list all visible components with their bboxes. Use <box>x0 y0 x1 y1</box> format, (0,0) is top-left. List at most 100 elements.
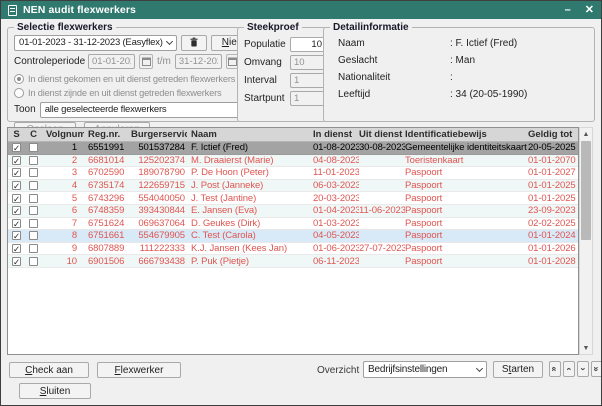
steekproef-group: Steekproef Populatie Omvang Interval Sta… <box>237 22 333 122</box>
radio-in-dienst-zijnde-label: In dienst zijnde en uit dienst getreden … <box>28 88 221 98</box>
check-aan-button[interactable]: Check aan <box>9 362 89 378</box>
cell-geldig-tot: 01-01-2025 <box>528 180 578 191</box>
c-checkbox[interactable] <box>29 231 38 240</box>
cell-identificatiebewijs: Paspoort <box>405 256 528 267</box>
table-row[interactable]: ✓ 8 6751661 554679905 C. Test (Carola) 0… <box>8 230 578 243</box>
cell-volgnummer: 10 <box>42 256 84 267</box>
cell-regnr: 6751661 <box>84 230 131 241</box>
s-checkbox[interactable]: ✓ <box>12 156 21 165</box>
date-from-input[interactable] <box>88 54 135 69</box>
starten-button[interactable]: Starten <box>493 361 543 378</box>
radio-in-uit-dienst[interactable] <box>14 74 24 84</box>
cell-identificatiebewijs: Paspoort <box>405 167 528 178</box>
delete-period-button[interactable] <box>181 35 207 51</box>
col-header-geldig-tot[interactable]: Geldig tot <box>528 129 578 140</box>
table-scrollbar[interactable]: ▲ ▼ <box>579 127 593 355</box>
steekproef-field-input[interactable] <box>290 37 326 52</box>
table-row[interactable]: ✓ 4 6735174 122659715 J. Post (Janneke) … <box>8 180 578 193</box>
steekproef-field-input[interactable] <box>290 91 326 106</box>
chevron-up-icon: ‹ <box>564 368 574 371</box>
cell-volgnummer: 7 <box>42 218 84 229</box>
col-header-volgnummer[interactable]: Volgnumm... <box>42 129 84 140</box>
table-row[interactable]: ✓ 6 6748359 393430844 E. Jansen (Eva) 01… <box>8 205 578 218</box>
close-icon[interactable]: ✕ <box>585 5 594 16</box>
col-header-in-dienst[interactable]: In dienst <box>313 129 359 140</box>
cell-naam: C. Test (Carola) <box>187 230 313 241</box>
cell-volgnummer: 6 <box>42 205 84 216</box>
c-checkbox[interactable] <box>29 206 38 215</box>
table-row[interactable]: ✓ 9 6807889 111222333 K.J. Jansen (Kees … <box>8 243 578 256</box>
table-row[interactable]: ✓ 7 6751624 069637064 D. Geukes (Dirk) 0… <box>8 218 578 231</box>
app-icon <box>8 5 17 16</box>
cell-in-dienst: 11-01-2023 <box>313 167 359 178</box>
cell-burgerservicenr: 111222333 <box>131 243 187 254</box>
steekproef-field-input[interactable] <box>290 73 326 88</box>
s-checkbox[interactable]: ✓ <box>12 244 21 253</box>
col-header-burgerservicenr[interactable]: Burgerservicenr <box>131 129 187 140</box>
c-checkbox[interactable] <box>29 219 38 228</box>
scrollbar-thumb[interactable] <box>581 141 591 240</box>
calendar-from-button[interactable] <box>139 54 153 69</box>
detail-value: : 34 (20-05-1990) <box>450 89 527 100</box>
cell-regnr: 6743296 <box>84 193 131 204</box>
toon-select[interactable]: alle geselecteerde flexwerkers <box>40 102 261 118</box>
first-record-button[interactable]: « <box>549 361 561 377</box>
cell-in-dienst: 04-05-2023 <box>313 230 359 241</box>
minimize-icon[interactable]: – <box>565 5 571 16</box>
steekproef-field-row: Interval <box>244 73 326 88</box>
steekproef-field-input[interactable] <box>290 55 326 70</box>
c-checkbox[interactable] <box>29 181 38 190</box>
col-header-s[interactable]: S <box>8 129 25 140</box>
next-record-button[interactable]: › <box>577 361 589 377</box>
period-select-value: 01-01-2023 - 31-12-2023 (Easyflex) <box>19 37 163 48</box>
detailinformatie-legend: Detailinformatie <box>330 22 412 33</box>
s-checkbox[interactable]: ✓ <box>12 231 21 240</box>
s-checkbox[interactable]: ✓ <box>12 168 21 177</box>
flexwerker-button[interactable]: Flexwerker <box>97 362 181 378</box>
scroll-down-icon[interactable]: ▼ <box>580 342 592 354</box>
cell-geldig-tot: 01-01-2026 <box>528 243 578 254</box>
s-checkbox[interactable]: ✓ <box>12 257 21 266</box>
table-row[interactable]: ✓ 1 6551991 501537284 F. Ictief (Fred) 0… <box>8 142 578 155</box>
cell-geldig-tot: 01-01-2025 <box>528 193 578 204</box>
date-to-input[interactable] <box>175 54 222 69</box>
cell-naam: M. Draaierst (Marie) <box>187 155 313 166</box>
c-checkbox[interactable] <box>29 257 38 266</box>
c-checkbox[interactable] <box>29 194 38 203</box>
previous-record-button[interactable]: ‹ <box>563 361 575 377</box>
overzicht-select[interactable]: Bedrijfsinstellingen <box>363 361 487 378</box>
cell-naam: D. Geukes (Dirk) <box>187 218 313 229</box>
table-row[interactable]: ✓ 10 6901506 666793438 P. Puk (Pietje) 0… <box>8 255 578 268</box>
sluiten-button[interactable]: Sluiten <box>19 383 91 399</box>
radio-in-dienst-zijnde[interactable] <box>14 88 24 98</box>
table-row[interactable]: ✓ 3 6702590 189078790 P. De Hoon (Peter)… <box>8 167 578 180</box>
detail-row: Naam : F. Ictief (Fred) <box>338 38 588 49</box>
c-checkbox[interactable] <box>29 143 38 152</box>
title-bar: NEN audit flexwerkers – ✕ <box>1 1 601 19</box>
period-select[interactable]: 01-01-2023 - 31-12-2023 (Easyflex) <box>14 35 177 51</box>
s-checkbox[interactable]: ✓ <box>12 206 21 215</box>
double-chevron-up-icon: « <box>550 366 560 371</box>
cell-volgnummer: 3 <box>42 167 84 178</box>
s-checkbox[interactable]: ✓ <box>12 219 21 228</box>
table-row[interactable]: ✓ 2 6681014 125202374 M. Draaierst (Mari… <box>8 155 578 168</box>
table-row[interactable]: ✓ 5 6743296 554040050 J. Test (Jantine) … <box>8 192 578 205</box>
col-header-naam[interactable]: Naam <box>187 129 313 140</box>
col-header-c[interactable]: C <box>25 129 42 140</box>
s-checkbox[interactable]: ✓ <box>12 181 21 190</box>
c-checkbox[interactable] <box>29 156 38 165</box>
cell-volgnummer: 8 <box>42 230 84 241</box>
c-checkbox[interactable] <box>29 168 38 177</box>
scroll-up-icon[interactable]: ▲ <box>580 128 592 140</box>
s-checkbox[interactable]: ✓ <box>12 194 21 203</box>
cell-burgerservicenr: 393430844 <box>131 205 187 216</box>
col-header-regnr[interactable]: Reg.nr. <box>84 129 131 140</box>
c-checkbox[interactable] <box>29 244 38 253</box>
cell-uit-dienst: 30-08-2023 <box>359 142 405 153</box>
s-checkbox[interactable]: ✓ <box>12 143 21 152</box>
toon-label: Toon <box>14 104 36 115</box>
cell-burgerservicenr: 122659715 <box>131 180 187 191</box>
col-header-identificatiebewijs[interactable]: Identificatiebewijs <box>405 129 528 140</box>
col-header-uit-dienst[interactable]: Uit dienst <box>359 129 405 140</box>
last-record-button[interactable]: » <box>591 361 602 377</box>
